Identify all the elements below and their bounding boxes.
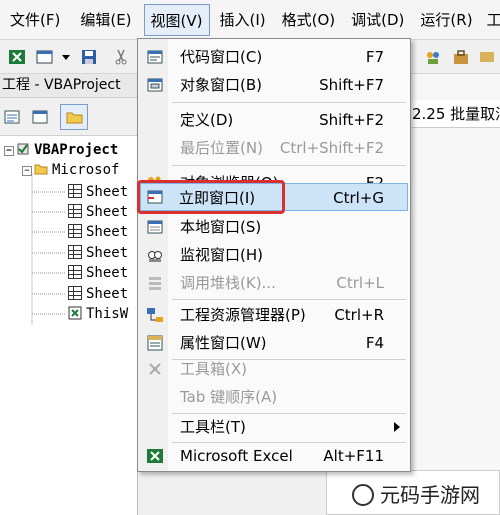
- watch-window-icon: [148, 251, 162, 262]
- menu-properties-window[interactable]: 属性窗口(W) F4: [140, 329, 408, 357]
- folder-icon: [66, 112, 83, 124]
- menu-separator: [172, 299, 406, 300]
- call-stack-icon: [149, 277, 161, 290]
- menu-item-label: 工具栏(T): [180, 418, 246, 436]
- toolbar-more-icon[interactable]: [478, 48, 496, 66]
- menu-last-position: 最后位置(N) Ctrl+Shift+F2: [140, 134, 408, 162]
- menu-item-label: 工程资源管理器(P): [180, 306, 306, 324]
- view-code-icon[interactable]: [4, 109, 20, 125]
- menu-debug[interactable]: 调试(D): [345, 4, 410, 36]
- locals-window-icon: [147, 220, 163, 234]
- menu-toolbars[interactable]: 工具栏(T): [140, 413, 408, 441]
- menu-separator: [172, 102, 406, 103]
- toggle-folders-button[interactable]: [60, 104, 88, 130]
- excel-icon[interactable]: [8, 48, 26, 66]
- menu-edit[interactable]: 编辑(E): [74, 4, 137, 36]
- menu-item-shortcut: Alt+F11: [323, 447, 384, 465]
- menu-item-label: 本地窗口(S): [180, 218, 262, 236]
- menu-item-label: Tab 键顺序(A): [180, 388, 278, 406]
- menu-item-label: 调用堆栈(K)...: [180, 274, 276, 292]
- menu-insert[interactable]: 插入(I): [214, 4, 272, 36]
- menu-microsoft-excel[interactable]: Microsoft Excel Alt+F11: [140, 442, 408, 470]
- menu-call-stack: 调用堆栈(K)... Ctrl+L: [140, 269, 408, 297]
- project-explorer-toolbar: [0, 98, 138, 136]
- watermark: 元码手游网: [352, 478, 500, 512]
- menu-item-shortcut: Ctrl+R: [334, 306, 384, 324]
- menu-separator: [172, 165, 406, 166]
- properties-window-icon: [147, 335, 163, 351]
- menu-run[interactable]: 运行(R): [414, 4, 478, 36]
- menu-watch-window[interactable]: 监视窗口(H): [140, 241, 408, 269]
- excel-icon: [147, 449, 163, 463]
- menu-code-window[interactable]: 代码窗口(C) F7: [140, 43, 408, 71]
- menu-project-explorer[interactable]: 工程资源管理器(P) Ctrl+R: [140, 301, 408, 329]
- menu-item-shortcut: Shift+F7: [319, 76, 384, 94]
- code-window: [410, 74, 500, 515]
- save-icon[interactable]: [80, 48, 98, 66]
- insert-userform-icon[interactable]: [36, 48, 54, 66]
- menu-item-shortcut: Ctrl+L: [336, 274, 384, 292]
- object-window-icon: [147, 78, 163, 92]
- menu-file[interactable]: 文件(F): [4, 4, 66, 36]
- caption-text: 2.25 批量取消: [412, 105, 500, 123]
- menu-item-label: Microsoft Excel: [180, 447, 293, 465]
- menu-item-label: 代码窗口(C): [180, 48, 263, 66]
- toolbox-icon: [149, 363, 161, 375]
- menu-item-label: 监视窗口(H): [180, 246, 263, 264]
- menu-item-shortcut: F4: [365, 334, 384, 352]
- project-explorer-title: 工程 - VBAProject: [0, 74, 138, 98]
- menu-item-shortcut: Ctrl+G: [333, 189, 384, 207]
- dropdown-arrow-icon[interactable]: [60, 48, 72, 66]
- menu-item-label: 定义(D): [180, 111, 234, 129]
- project-tree: − VBAProject − Microsof Sheet Sheet Sheet …: [0, 136, 138, 515]
- toolbox-icon[interactable]: [452, 48, 470, 66]
- menu-item-label: 属性窗口(W): [180, 334, 267, 352]
- menu-bar: 文件(F) 编辑(E) 视图(V) 插入(I) 格式(O) 调试(D) 运行(R…: [0, 0, 500, 40]
- code-window-caption: 2.25 批量取消: [412, 100, 500, 128]
- menu-toolbox: 工具箱(X): [140, 355, 408, 383]
- view-object-icon[interactable]: [32, 109, 48, 125]
- menu-item-shortcut: F7: [365, 48, 384, 66]
- menu-locals-window[interactable]: 本地窗口(S): [140, 213, 408, 241]
- view-menu-dropdown: 代码窗口(C) F7 对象窗口(B) Shift+F7 定义(D) Shift+…: [137, 38, 411, 472]
- menu-item-label: 对象窗口(B): [180, 76, 262, 94]
- tree-lines: [31, 174, 66, 326]
- submenu-arrow-icon: [394, 422, 400, 432]
- menu-item-shortcut: Ctrl+Shift+F2: [279, 139, 384, 157]
- menu-tools[interactable]: 工: [481, 4, 500, 36]
- menu-format[interactable]: 格式(O): [276, 4, 342, 36]
- menu-view[interactable]: 视图(V): [143, 3, 210, 36]
- menu-definition[interactable]: 定义(D) Shift+F2: [140, 106, 408, 134]
- menu-item-shortcut: Shift+F2: [319, 111, 384, 129]
- cut-icon[interactable]: [112, 48, 130, 66]
- watermark-text: 元码手游网: [380, 483, 480, 507]
- menu-tab-order: Tab 键顺序(A): [140, 383, 408, 411]
- menu-item-label: 最后位置(N): [180, 139, 263, 157]
- code-window-icon: [147, 50, 163, 64]
- menu-object-window[interactable]: 对象窗口(B) Shift+F7: [140, 71, 408, 99]
- project-explorer-icon: [147, 308, 163, 322]
- annotation-highlight-box: [137, 180, 285, 214]
- object-browser-icon[interactable]: [424, 48, 442, 66]
- menu-item-label: 工具箱(X): [180, 360, 247, 378]
